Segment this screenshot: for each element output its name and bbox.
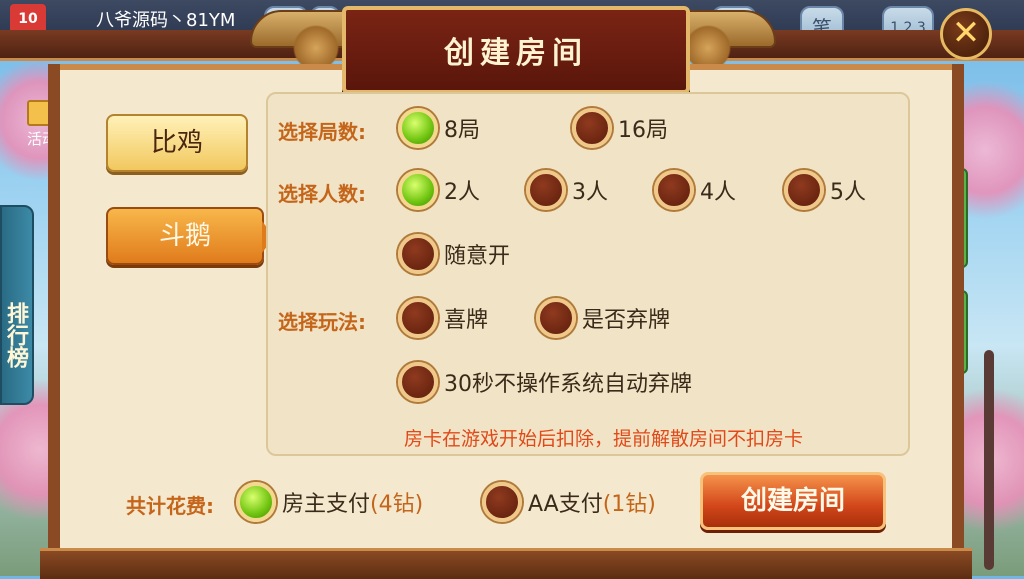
radio-icon — [398, 298, 438, 338]
tree-trunk — [984, 350, 994, 570]
option-label: 喜牌 — [444, 308, 489, 333]
radio-icon — [482, 482, 522, 522]
title-ornament-left — [286, 24, 346, 64]
option-rounds-8[interactable]: 8局 — [398, 106, 480, 150]
radio-icon — [398, 170, 438, 210]
option-label: 8局 — [444, 118, 480, 143]
radio-icon — [784, 170, 824, 210]
option-pay-host[interactable]: 房主支付(4钻) — [236, 480, 423, 524]
option-label: 是否弃牌 — [582, 308, 671, 333]
option-label: 30秒不操作系统自动弃牌 — [444, 372, 692, 397]
option-rounds-16[interactable]: 16局 — [572, 106, 668, 150]
option-players-3[interactable]: 3人 — [526, 168, 608, 212]
tab-doue[interactable]: 斗鹅 — [106, 207, 274, 265]
dialog-title: 创建房间 — [444, 36, 588, 71]
option-rule-xipai[interactable]: 喜牌 — [398, 296, 488, 340]
players-label: 选择人数: — [278, 182, 366, 206]
option-players-5[interactable]: 5人 — [784, 168, 866, 212]
option-label: AA支付(1钻) — [528, 492, 656, 517]
radio-icon — [236, 482, 276, 522]
option-players-4[interactable]: 4人 — [654, 168, 736, 212]
radio-icon — [654, 170, 694, 210]
radio-icon — [398, 108, 438, 148]
option-label: 4人 — [700, 180, 736, 205]
option-label: 房主支付(4钻) — [282, 492, 424, 517]
option-label: 随意开 — [444, 244, 511, 269]
dialog-frame-bottom — [40, 548, 972, 579]
radio-icon — [572, 108, 612, 148]
leaderboard-tab[interactable]: 排行榜 — [0, 205, 34, 405]
option-label: 16局 — [618, 118, 668, 143]
create-room-button[interactable]: 创建房间 — [700, 472, 886, 530]
status-text: 八爷源码丶81YM — [96, 10, 236, 31]
rules-label: 选择玩法: — [278, 310, 366, 334]
cost-amount: (4钻) — [370, 492, 424, 517]
radio-icon — [536, 298, 576, 338]
radio-icon — [398, 362, 438, 402]
notice-text: 房卡在游戏开始后扣除，提前解散房间不扣房卡 — [404, 428, 804, 450]
close-button[interactable]: ✕ — [940, 8, 992, 60]
tab-biji[interactable]: 比鸡 — [106, 114, 248, 172]
option-players-2[interactable]: 2人 — [398, 168, 480, 212]
radio-icon — [398, 234, 438, 274]
option-label: 3人 — [572, 180, 608, 205]
option-rule-autofold[interactable]: 30秒不操作系统自动弃牌 — [398, 360, 692, 404]
cost-label: 共计花费: — [126, 494, 214, 518]
option-pay-aa[interactable]: AA支付(1钻) — [482, 480, 656, 524]
rounds-label: 选择局数: — [278, 120, 366, 144]
option-label: 5人 — [830, 180, 866, 205]
title-plaque: 创建房间 — [342, 6, 690, 94]
close-icon: ✕ — [951, 13, 981, 53]
option-rule-fold[interactable]: 是否弃牌 — [536, 296, 670, 340]
option-label: 2人 — [444, 180, 480, 205]
cost-amount: (1钻) — [602, 492, 656, 517]
radio-icon — [526, 170, 566, 210]
option-players-any[interactable]: 随意开 — [398, 232, 510, 276]
